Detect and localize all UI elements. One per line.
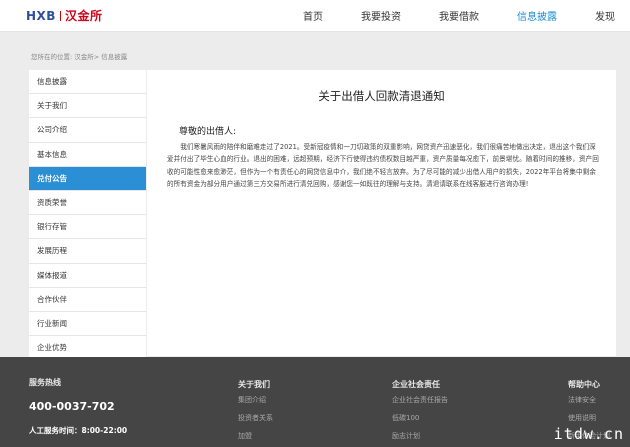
sidebar-item-about[interactable]: 关于我们 [29, 94, 146, 119]
nav-home[interactable]: 首页 [303, 8, 323, 23]
sidebar-item-payment-notice[interactable]: 兑付公告 [29, 166, 146, 191]
footer-link-low-carbon[interactable]: 低碳100 [392, 413, 419, 423]
footer-phone: 400-0037-702 [29, 400, 115, 413]
watermark-text: itdw.cn [553, 425, 624, 443]
footer-link-legal-safety[interactable]: 法律安全 [568, 395, 596, 405]
article-title: 关于出借人回款清退通知 [318, 89, 445, 103]
top-header: HXB 汉金所 首页 我要投资 我要借款 信息披露 发现 [0, 0, 630, 32]
sidebar-item-disclosure[interactable]: 信息披露 [29, 70, 146, 95]
sidebar-item-history[interactable]: 发展历程 [29, 239, 146, 264]
sidebar-item-basic-info[interactable]: 基本信息 [29, 142, 146, 167]
footer-link-franchise[interactable]: 加盟 [238, 431, 252, 441]
footer-link-instructions[interactable]: 使用说明 [568, 413, 596, 423]
footer-help-heading: 帮助中心 [568, 380, 600, 389]
article-body: 我们寒暑风雨的陪伴和磨难走过了2021。受新冠疫情和一刀切政策的双重影响，网贷资… [167, 143, 599, 188]
sidebar-menu: 信息披露 关于我们 公司介绍 基本信息 兑付公告 资质荣誉 银行存管 发展历程 … [29, 70, 146, 361]
sidebar-item-industry-news[interactable]: 行业新闻 [29, 311, 146, 337]
sidebar-item-company-intro[interactable]: 公司介绍 [29, 118, 146, 143]
main-nav: 首页 我要投资 我要借款 信息披露 发现 [0, 0, 630, 32]
footer-hours: 人工服务时间：8:00-22:00 [29, 426, 128, 435]
article-panel: 关于出借人回款清退通知 尊敬的出借人: 我们寒暑风雨的陪伴和磨难走过了2021。… [147, 70, 616, 356]
footer-link-investor-relations[interactable]: 投资者关系 [238, 413, 273, 423]
sidebar-item-bank-custody[interactable]: 银行存管 [29, 215, 146, 240]
sidebar-item-partners[interactable]: 合作伙伴 [29, 287, 146, 312]
sidebar-item-honors[interactable]: 资质荣誉 [29, 190, 146, 216]
footer-link-csr-report[interactable]: 企业社会责任报告 [392, 395, 448, 405]
footer-csr-heading: 企业社会责任 [392, 380, 440, 389]
site-footer: 服务热线 400-0037-702 人工服务时间：8:00-22:00 关于我们… [0, 357, 630, 447]
sidebar-item-media[interactable]: 媒体报道 [29, 263, 146, 288]
nav-borrow[interactable]: 我要借款 [439, 8, 479, 23]
article-greeting: 尊敬的出借人: [179, 127, 237, 137]
nav-disclosure[interactable]: 信息披露 [517, 8, 557, 23]
nav-discover[interactable]: 发现 [595, 8, 615, 23]
footer-link-group-intro[interactable]: 集团介绍 [238, 395, 266, 405]
breadcrumb: 您所在的位置: 汉金所> 信息披露 [31, 53, 128, 61]
nav-invest[interactable]: 我要投资 [361, 8, 401, 23]
footer-link-inspire-plan[interactable]: 励志计划 [392, 431, 420, 441]
footer-about-heading: 关于我们 [238, 380, 270, 389]
footer-service-heading: 服务热线 [29, 378, 61, 387]
